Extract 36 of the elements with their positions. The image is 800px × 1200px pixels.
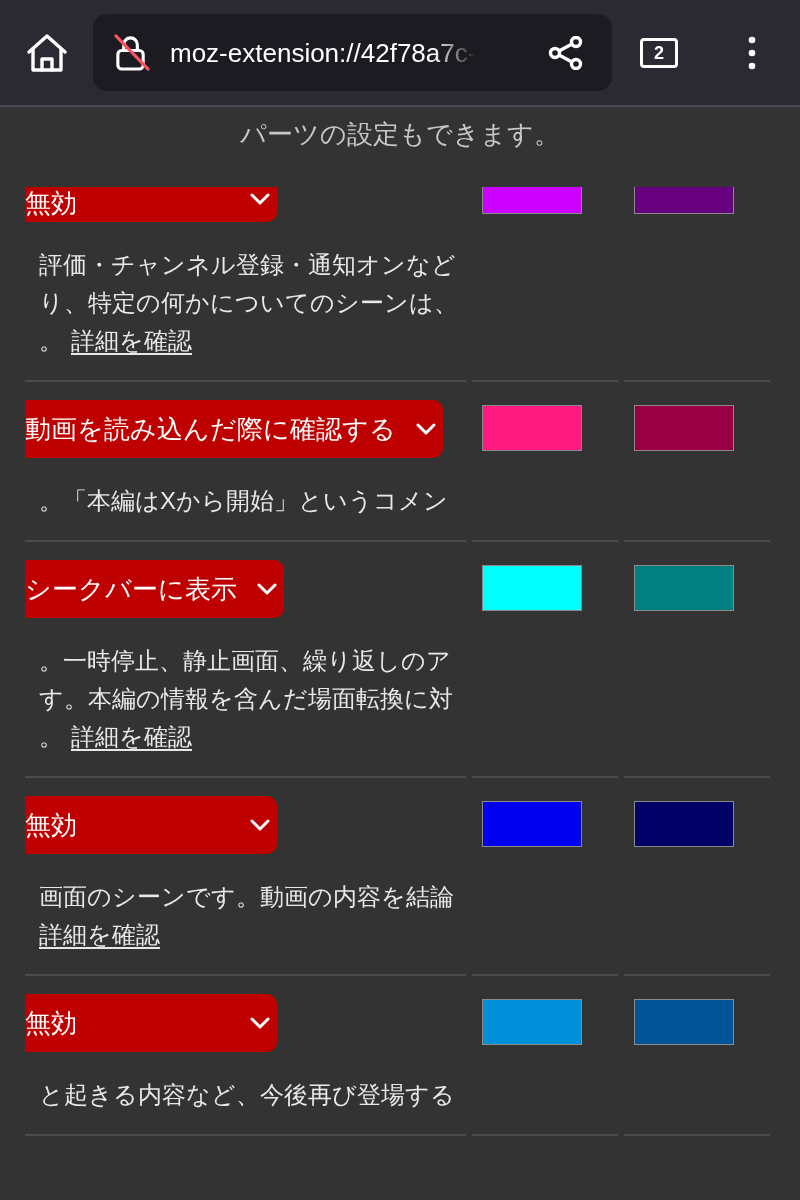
color-swatch[interactable] [482,565,582,611]
dropdown[interactable]: 無効 [25,796,277,854]
more-options-icon[interactable] [748,35,756,70]
color-swatch[interactable] [634,405,734,451]
color-swatch[interactable] [482,405,582,451]
description-text: 評価・チャンネル登録・通知オンなど り、特定の何かについてのシーンは、 。 詳細を確認 [38,250,458,356]
dropdown[interactable]: 無効 [25,187,277,222]
color-swatch[interactable] [482,801,582,847]
chevron-down-icon [250,819,270,831]
color-swatch[interactable] [634,801,734,847]
chevron-down-icon [250,1017,270,1029]
description-text: 画面のシーンです。動画の内容を結論 詳細を確認 [38,882,454,950]
crossed-lock-icon [113,34,150,71]
description-text: 。「本編はXから開始」というコメン [38,486,448,516]
dropdown[interactable]: シークバーに表示 [25,560,284,618]
description-text: と起きる内容など、今後再び登場する [38,1080,455,1110]
header-text: パーツの設定もできます。 [240,118,560,151]
color-swatch[interactable] [482,999,582,1045]
tab-counter-button[interactable]: 2 [640,37,678,68]
chevron-down-icon [416,423,436,435]
chevron-down-icon [250,193,270,205]
dropdown[interactable]: 動画を読み込んだ際に確認する [25,400,443,458]
chevron-down-icon [257,583,277,595]
color-swatch[interactable] [634,565,734,611]
url-bar[interactable]: moz-extension://42f78a7c- [93,14,612,91]
details-link[interactable]: 詳細を確認 [39,921,160,948]
url-text: moz-extension://42f78a7c- [170,36,477,69]
color-swatch[interactable] [482,187,582,214]
description-text: 。一時停止、静止画面、繰り返しのア す。本編の情報を含んだ場面転換に対 。 詳細を確認 [38,646,453,752]
dropdown[interactable]: 無効 [25,994,277,1052]
color-swatch[interactable] [634,999,734,1045]
details-link[interactable]: 詳細を確認 [71,723,192,750]
color-swatch[interactable] [634,187,734,214]
home-icon[interactable] [27,33,67,72]
details-link[interactable]: 詳細を確認 [71,327,192,354]
share-icon[interactable] [548,35,584,70]
